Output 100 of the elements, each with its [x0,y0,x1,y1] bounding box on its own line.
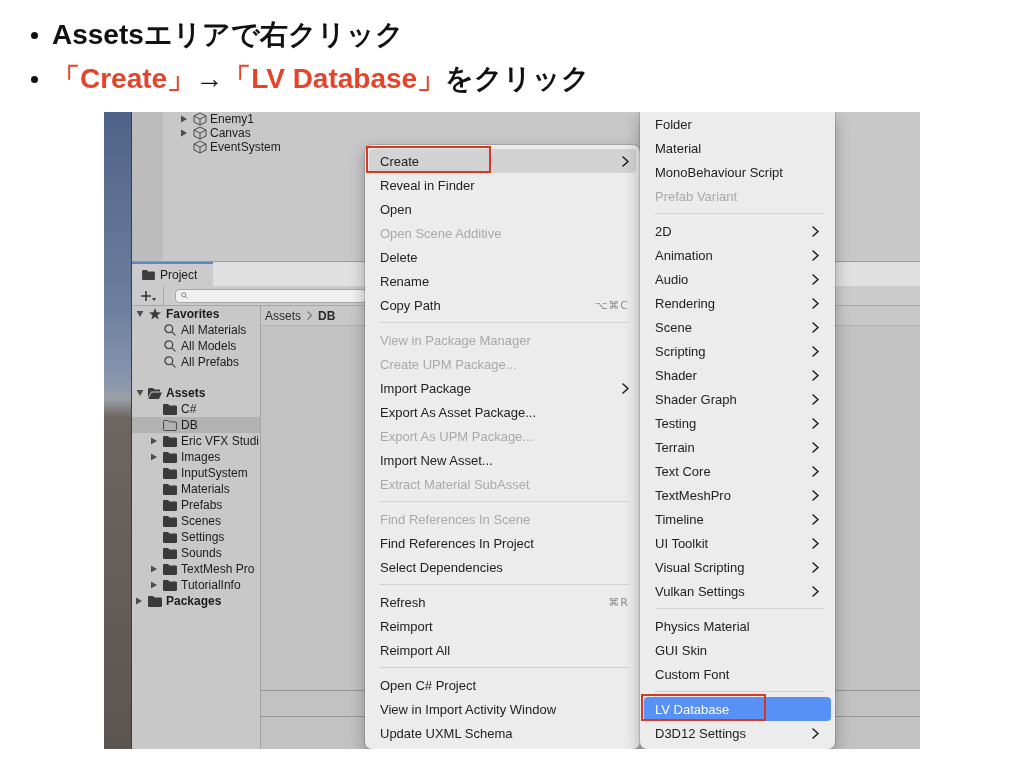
folder-outline-icon [163,419,177,431]
menu-item[interactable]: Material [644,136,831,160]
caret-right-icon[interactable] [151,437,157,445]
menu-item[interactable]: Text Core [644,459,831,483]
menu-item[interactable]: Copy Path ⌥⌘C [369,293,636,317]
menu-item[interactable]: Refresh ⌘R [369,590,636,614]
folder-icon [163,547,177,559]
tree-item[interactable]: Assets [132,385,260,401]
menu-item[interactable]: Open [369,197,636,221]
cube-icon [193,126,207,140]
folder-icon [163,403,177,415]
menu-item[interactable]: Testing [644,411,831,435]
menu-item[interactable]: Scene [644,315,831,339]
caret-down-icon [151,298,156,301]
folder-icon [163,483,177,495]
caret-down-icon[interactable] [136,390,144,396]
menu-item[interactable]: Vulkan Settings [644,579,831,603]
menu-item[interactable]: GUI Skin [644,638,831,662]
menu-item[interactable]: Select Dependencies [369,555,636,579]
folder-icon [163,579,177,591]
folder-icon [163,467,177,479]
menu-item[interactable]: Custom Font [644,662,831,686]
menu-item[interactable]: Import New Asset... [369,448,636,472]
tree-item[interactable]: Sounds [132,545,260,561]
search-icon [181,292,188,299]
tree-item[interactable]: Settings [132,529,260,545]
search-icon [164,340,176,352]
tree-item[interactable]: Images [132,449,260,465]
tree-item[interactable]: DB [132,417,260,433]
menu-item[interactable]: Folder [644,112,831,136]
breadcrumb-item[interactable]: Assets [265,308,301,323]
menu-item[interactable]: MonoBehaviour Script [644,160,831,184]
menu-item[interactable]: UI Toolkit [644,531,831,555]
tree-item[interactable]: Scenes [132,513,260,529]
menu-item[interactable]: Reimport [369,614,636,638]
caret-right-icon[interactable] [151,453,157,461]
menu-item[interactable]: Rename [369,269,636,293]
caret-down-icon[interactable] [136,311,144,317]
bullet-icon [31,31,38,39]
folder-icon [163,499,177,511]
menu-item[interactable]: Export As Asset Package... [369,400,636,424]
tree-item[interactable]: All Materials [132,322,260,338]
project-tab[interactable]: Project [132,262,213,286]
menu-item[interactable]: Reimport All [369,638,636,662]
folder-icon [163,451,177,463]
menu-item[interactable]: Import Package [369,376,636,400]
caret-right-icon[interactable] [151,581,157,589]
menu-item[interactable]: Visual Scripting [644,555,831,579]
tree-item[interactable]: Favorites [132,306,260,322]
menu-item[interactable]: TextMeshPro [644,483,831,507]
open-folder-icon [148,387,162,399]
instruction-text: Assetsエリアで右クリック [52,18,404,52]
menu-item[interactable]: Find References In Project [369,531,636,555]
menu-item[interactable]: Open C# Project [369,673,636,697]
folder-icon [163,531,177,543]
menu-item[interactable]: Shader Graph [644,387,831,411]
tree-item[interactable]: Packages [132,593,260,609]
menu-item[interactable]: Update UXML Schema [369,721,636,745]
menu-item[interactable]: Create [369,149,636,173]
menu-item[interactable]: Shader [644,363,831,387]
menu-item[interactable]: View in Import Activity Window [369,697,636,721]
hierarchy-item[interactable]: EventSystem [163,140,281,154]
hierarchy-item[interactable]: Enemy1 [163,112,255,126]
cube-icon [193,112,207,126]
tree-item[interactable]: C# [132,401,260,417]
menu-item[interactable]: Delete [369,245,636,269]
tree-item[interactable]: All Prefabs [132,354,260,370]
folder-icon [148,595,162,607]
tree-item[interactable]: Materials [132,481,260,497]
tree-item[interactable]: Prefabs [132,497,260,513]
tree-item[interactable]: TextMesh Pro [132,561,260,577]
tree-item[interactable]: Eric VFX Studi [132,433,260,449]
caret-right-icon[interactable] [181,115,187,123]
star-icon [149,308,161,320]
tree-item[interactable]: TutorialInfo [132,577,260,593]
caret-right-icon[interactable] [136,597,142,605]
caret-right-icon[interactable] [151,565,157,573]
chevron-right-icon [307,311,312,320]
folder-icon [142,270,155,280]
search-field[interactable] [175,288,367,303]
tree-item[interactable]: All Models [132,338,260,354]
menu-item[interactable]: Physics Material [644,614,831,638]
menu-item[interactable]: Terrain [644,435,831,459]
menu-item[interactable]: Scripting [644,339,831,363]
menu-item[interactable]: 2D [644,219,831,243]
menu-item[interactable]: D3D12 Settings [644,721,831,745]
folder-icon [163,563,177,575]
menu-item[interactable]: Timeline [644,507,831,531]
bullet-icon [31,75,38,83]
plus-icon [140,290,151,301]
folder-icon [163,435,177,447]
menu-item[interactable]: Audio [644,267,831,291]
breadcrumb-item[interactable]: DB [318,308,336,323]
menu-item[interactable]: Reveal in Finder [369,173,636,197]
menu-item[interactable]: Animation [644,243,831,267]
menu-item[interactable]: Rendering [644,291,831,315]
shortcut-text: ⌘R [608,595,629,609]
tree-item[interactable]: InputSystem [132,465,260,481]
hierarchy-item[interactable]: Canvas [163,126,251,140]
caret-right-icon[interactable] [181,129,187,137]
